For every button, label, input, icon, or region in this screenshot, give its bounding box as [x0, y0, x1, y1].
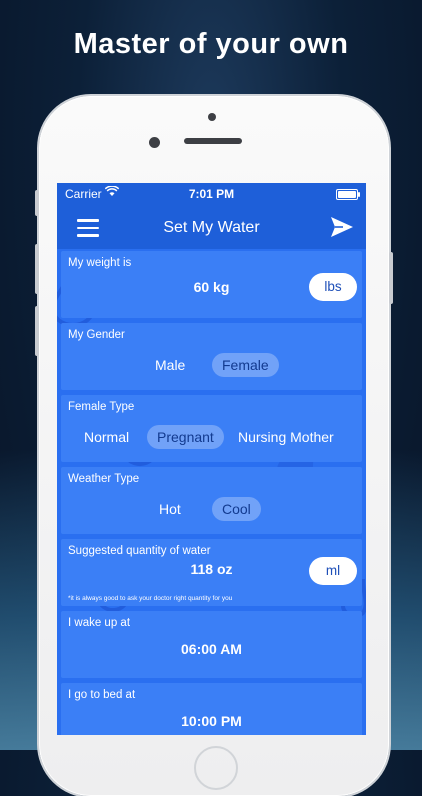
- female-type-card: Female Type Normal Pregnant Nursing Moth…: [61, 395, 362, 462]
- battery-icon: [336, 189, 360, 200]
- gender-option-female[interactable]: Female: [212, 353, 279, 377]
- mute-switch: [35, 190, 39, 216]
- wake-card[interactable]: I wake up at 06:00 AM: [61, 611, 362, 678]
- female-type-option-pregnant[interactable]: Pregnant: [147, 425, 224, 449]
- suggested-unit-button[interactable]: ml: [309, 557, 357, 585]
- suggested-card: Suggested quantity of water 118 oz ml *i…: [61, 539, 362, 606]
- weight-card: My weight is 60 kg lbs: [61, 251, 362, 318]
- earpiece-speaker: [184, 138, 242, 144]
- status-time: 7:01 PM: [188, 187, 235, 201]
- female-type-option-normal[interactable]: Normal: [84, 429, 129, 445]
- power-button: [389, 252, 393, 304]
- weight-unit-button[interactable]: lbs: [309, 273, 357, 301]
- female-type-label: Female Type: [68, 401, 135, 413]
- suggested-note: *it is always good to ask your doctor ri…: [68, 595, 233, 602]
- volume-down-button: [35, 306, 39, 356]
- settings-list: My weight is 60 kg lbs My Gender Male Fe…: [57, 249, 366, 735]
- app-screen: Carrier 7:01 PM Set My Water My weight i…: [57, 183, 366, 735]
- weather-option-hot[interactable]: Hot: [159, 501, 181, 517]
- weather-label: Weather Type: [68, 473, 140, 485]
- suggested-label: Suggested quantity of water: [68, 545, 211, 557]
- status-bar: Carrier 7:01 PM: [57, 183, 366, 205]
- wake-time: 06:00 AM: [181, 641, 242, 657]
- volume-up-button: [35, 244, 39, 294]
- send-icon[interactable]: [330, 215, 354, 239]
- nav-bar: Set My Water: [57, 205, 366, 249]
- headline: Master of your own: [73, 28, 349, 60]
- home-button[interactable]: [194, 746, 238, 790]
- weight-label: My weight is: [68, 257, 132, 269]
- bed-time: 10:00 PM: [181, 713, 242, 729]
- front-camera: [149, 137, 160, 148]
- weather-option-cool[interactable]: Cool: [212, 497, 261, 521]
- gender-label: My Gender: [68, 329, 125, 341]
- page-title: Set My Water: [163, 219, 260, 236]
- bed-card[interactable]: I go to bed at 10:00 PM: [61, 683, 362, 735]
- proximity-sensor: [208, 113, 216, 121]
- wake-label: I wake up at: [68, 617, 131, 629]
- female-type-option-nursing-mother[interactable]: Nursing Mother: [238, 429, 334, 445]
- weather-card: Weather Type Hot Cool: [61, 467, 362, 534]
- bed-label: I go to bed at: [68, 689, 136, 701]
- gender-option-male[interactable]: Male: [155, 357, 185, 373]
- gender-card: My Gender Male Female: [61, 323, 362, 390]
